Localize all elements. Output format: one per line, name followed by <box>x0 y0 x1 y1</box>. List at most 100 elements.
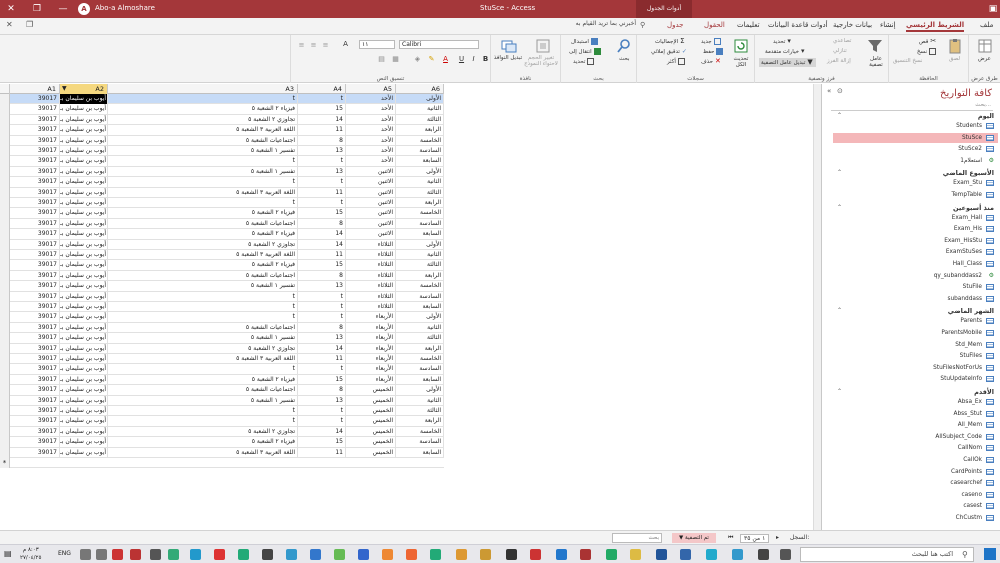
cell-a3[interactable]: فيزياء ٢ الشعبة ٥ <box>108 104 298 115</box>
minimize-button[interactable]: — <box>56 2 70 16</box>
filter-icon[interactable] <box>867 38 883 54</box>
cell-a4[interactable]: t <box>298 291 346 302</box>
cell-a5[interactable]: الأحد <box>346 156 396 167</box>
record-selector[interactable] <box>0 250 10 261</box>
record-selector[interactable] <box>0 406 10 417</box>
cell-a4[interactable]: 14 <box>298 426 346 438</box>
new-record-row[interactable]: * <box>0 458 444 469</box>
app-icon[interactable] <box>286 549 297 560</box>
filter-icon[interactable]: ▼ <box>62 84 67 94</box>
spelling-button[interactable]: تدقيق إملائي ✓ <box>651 48 689 55</box>
cell-a5[interactable]: الخميس <box>346 447 396 458</box>
record-selector[interactable] <box>0 312 10 323</box>
nav-item[interactable]: StuFile <box>833 282 998 292</box>
record-selector[interactable] <box>0 343 10 354</box>
app-icon[interactable] <box>262 549 273 560</box>
cell-a4[interactable]: 14 <box>298 343 346 354</box>
cell-a5[interactable]: الثلاثاء <box>346 270 396 282</box>
table-row[interactable]: 39017 أيوب بن سليمان بـ اللغة العربية ٣ ال… <box>0 125 444 136</box>
cell-a1[interactable]: 39017 <box>10 416 60 427</box>
cell-a1[interactable]: 39017 <box>10 198 60 209</box>
cell-a2[interactable]: أيوب بن سليمان بـ <box>60 281 108 292</box>
cell-a6[interactable]: الخامسة <box>396 135 444 146</box>
nav-item[interactable]: Abss_Stut <box>833 409 998 419</box>
cell-a2[interactable]: أيوب بن سليمان بـ <box>60 333 108 344</box>
table-row[interactable]: 39017 أيوب بن سليمان بـ تفسير ١ الشعبة ٥ 13… <box>0 333 444 344</box>
cell-a4[interactable]: 14 <box>298 114 346 126</box>
cell-a4[interactable]: t <box>298 94 346 105</box>
cell-a4[interactable]: 11 <box>298 447 346 458</box>
table-row[interactable]: 39017 أيوب بن سليمان بـ t t الخميس الرابعة <box>0 416 444 427</box>
find-button[interactable]: بحث <box>619 56 629 62</box>
size-to-fit-icon[interactable] <box>535 38 551 54</box>
nav-search-input[interactable]: بحث... <box>831 102 993 111</box>
cell-a6[interactable]: الثانية <box>396 177 444 188</box>
nav-item[interactable]: Exam_Hall <box>833 213 998 223</box>
record-selector[interactable] <box>0 135 10 146</box>
column-header-a5[interactable]: A5 <box>346 84 396 94</box>
record-selector[interactable] <box>0 322 10 334</box>
cell-a2[interactable]: أيوب بن سليمان بـ <box>60 364 108 375</box>
tab-table[interactable]: جدول <box>667 21 683 29</box>
cell-a1[interactable]: 39017 <box>10 166 60 178</box>
nav-item[interactable]: StuFilesNotForUs <box>833 363 998 373</box>
record-selector[interactable] <box>0 364 10 375</box>
cell-a5[interactable]: الخميس <box>346 426 396 438</box>
record-selector[interactable] <box>0 156 10 167</box>
nav-group-header[interactable]: الأقدم <box>974 388 994 396</box>
cut-button[interactable]: قص ✂ <box>919 38 937 46</box>
cell-a5[interactable]: الثلاثاء <box>346 302 396 313</box>
tab-external-data[interactable]: بيانات خارجية <box>833 21 872 29</box>
nav-item[interactable]: casearchef <box>833 478 998 488</box>
table-row[interactable]: 39017 أيوب بن سليمان بـ t t الثلاثاء السادسة <box>0 291 444 302</box>
nav-item[interactable]: Exam_HisStu <box>833 236 998 246</box>
cell-a2[interactable]: أيوب بن سليمان بـ <box>60 416 108 427</box>
table-row[interactable]: 39017 أيوب بن سليمان بـ t t الأحد السابعة <box>0 156 444 167</box>
cell-a5[interactable]: الاثنين <box>346 166 396 178</box>
cell-a6[interactable]: الرابعة <box>396 416 444 427</box>
record-search-input[interactable]: بحث <box>612 533 662 543</box>
nav-item[interactable]: Students <box>833 121 998 131</box>
cell-a6[interactable]: الثانية <box>396 322 444 334</box>
cell-a6[interactable]: الأولى <box>396 94 444 105</box>
record-position[interactable]: ١ من ٣٥ <box>740 534 770 543</box>
cell-a3[interactable]: اجتماعيات الشعبة ٥ <box>108 322 298 334</box>
cell-a4[interactable]: t <box>298 416 346 427</box>
toggle-filter-button[interactable]: تبديل عامل التصفية ▼ <box>759 58 817 67</box>
cell-a2[interactable]: أيوب بن سليمان بـ <box>60 291 108 302</box>
cell-a4[interactable]: 15 <box>298 260 346 271</box>
network-icon[interactable] <box>96 549 107 560</box>
record-selector[interactable] <box>0 218 10 230</box>
ascending-button[interactable]: تصاعدي <box>833 38 851 44</box>
tab-file[interactable]: ملف <box>980 21 993 29</box>
app-icon[interactable] <box>214 549 225 560</box>
align-right-icon[interactable]: ≡ <box>297 41 306 50</box>
view-button[interactable]: عرض <box>978 56 991 62</box>
nav-item[interactable]: StuSce <box>833 132 998 143</box>
record-selector[interactable] <box>0 177 10 188</box>
bold-icon[interactable]: B <box>481 55 490 64</box>
app-icon[interactable] <box>358 549 369 560</box>
cell-a1[interactable]: 39017 <box>10 395 60 406</box>
nav-item[interactable]: subanddass <box>833 294 998 304</box>
cell-a4[interactable]: 15 <box>298 104 346 115</box>
notifications-icon[interactable]: ▤ <box>4 549 12 558</box>
cell-a3[interactable]: t <box>108 291 298 302</box>
cell-a3[interactable]: فيزياء ٢ الشعبة ٥ <box>108 229 298 240</box>
select-all-corner[interactable] <box>0 84 10 94</box>
nav-item[interactable]: CallNom <box>833 443 998 453</box>
cell-a6[interactable]: الرابعة <box>396 198 444 209</box>
cell-a4[interactable]: t <box>298 302 346 313</box>
tab-database-tools[interactable]: أدوات قاعدة البيانات <box>768 21 828 29</box>
cell-a5[interactable]: الاثنين <box>346 177 396 188</box>
app-icon[interactable] <box>680 549 691 560</box>
cell-a4[interactable]: 11 <box>298 187 346 198</box>
cell-a6[interactable]: الثالثة <box>396 406 444 417</box>
cell-a1[interactable]: 39017 <box>10 270 60 282</box>
cell-a2[interactable]: أيوب بن سليمان بـ <box>60 125 108 136</box>
cell-a5[interactable]: الاثنين <box>346 229 396 240</box>
cell-a3[interactable]: t <box>108 156 298 167</box>
app-icon[interactable] <box>732 549 743 560</box>
cell-a6[interactable]: الثانية <box>396 104 444 115</box>
cell-a6[interactable]: السابعة <box>396 156 444 167</box>
